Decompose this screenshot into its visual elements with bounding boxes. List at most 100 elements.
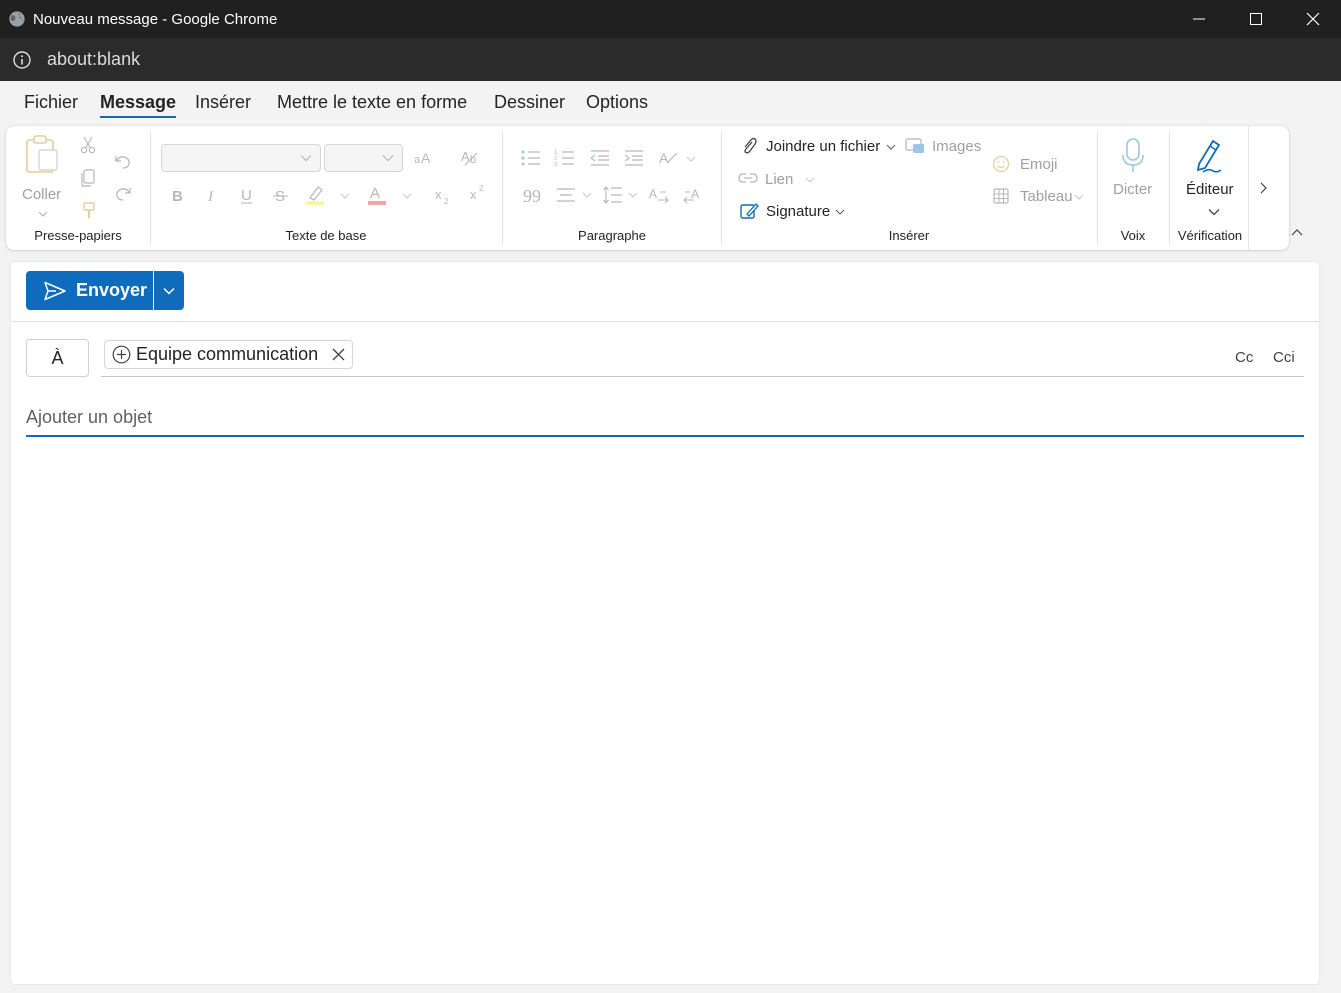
- collapse-ribbon-icon[interactable]: [1288, 224, 1306, 240]
- chevron-down-icon[interactable]: [38, 210, 48, 218]
- line-spacing-icon[interactable]: [602, 185, 624, 205]
- chevron-down-icon[interactable]: [340, 192, 350, 200]
- superscript-icon[interactable]: x2: [469, 184, 487, 204]
- redo-icon[interactable]: [114, 186, 132, 202]
- link-icon[interactable]: [738, 172, 758, 184]
- dictate-label[interactable]: Dicter: [1113, 181, 1152, 198]
- table-icon[interactable]: [993, 188, 1009, 204]
- minimize-button[interactable]: [1170, 0, 1227, 38]
- microphone-icon[interactable]: [1120, 138, 1146, 174]
- send-button[interactable]: Envoyer: [26, 271, 153, 310]
- format-painter-icon[interactable]: [82, 202, 96, 220]
- underline-icon[interactable]: U: [239, 186, 255, 206]
- attach-file-label[interactable]: Joindre un fichier: [766, 138, 880, 155]
- change-case-icon[interactable]: a A: [414, 150, 434, 166]
- emoji-icon[interactable]: [992, 155, 1010, 173]
- tab-options[interactable]: Options: [586, 92, 648, 113]
- separator: [721, 132, 722, 244]
- group-label-voice: Voix: [1120, 228, 1146, 243]
- bold-icon[interactable]: B: [170, 187, 186, 205]
- chevron-down-icon[interactable]: [686, 155, 696, 163]
- ribbon-tabs: Fichier Message Insérer Mettre le texte …: [0, 81, 1341, 125]
- images-label[interactable]: Images: [932, 138, 981, 155]
- editor-label[interactable]: Éditeur: [1186, 181, 1234, 198]
- ribbon-toolbar: Coller Presse-papiers a A A b B I U S A …: [6, 126, 1289, 250]
- info-icon[interactable]: [12, 50, 32, 70]
- to-button[interactable]: À: [26, 339, 89, 377]
- chevron-down-icon[interactable]: [402, 192, 412, 200]
- address-bar: about:blank: [0, 38, 1341, 81]
- subscript-icon[interactable]: x2: [434, 186, 452, 206]
- signature-label[interactable]: Signature: [766, 203, 830, 220]
- table-label[interactable]: Tableau: [1020, 188, 1073, 205]
- text-direction-icon[interactable]: A: [659, 149, 681, 167]
- undo-icon[interactable]: [114, 154, 132, 170]
- svg-text:99: 99: [523, 188, 540, 202]
- italic-icon[interactable]: I: [205, 187, 221, 205]
- font-size-select[interactable]: [324, 144, 403, 172]
- ribbon-scroll-right-button[interactable]: [1248, 126, 1277, 250]
- chevron-down-icon[interactable]: [582, 191, 592, 199]
- svg-text:a: a: [414, 154, 421, 166]
- decrease-indent-icon[interactable]: [589, 149, 611, 167]
- add-circle-icon[interactable]: [112, 345, 131, 364]
- chevron-down-icon[interactable]: [805, 176, 815, 184]
- chevron-down-icon[interactable]: [835, 208, 845, 216]
- svg-text:A: A: [649, 187, 657, 201]
- send-options-button[interactable]: [154, 271, 184, 310]
- highlight-icon[interactable]: [304, 184, 326, 206]
- numbering-icon[interactable]: 1 2 3: [554, 148, 576, 168]
- subject-underline: [26, 435, 1304, 437]
- chevron-down-icon: [382, 155, 394, 162]
- remove-recipient-icon[interactable]: [332, 348, 345, 361]
- tab-mettre-en-forme[interactable]: Mettre le texte en forme: [277, 92, 467, 113]
- tab-dessiner[interactable]: Dessiner: [494, 92, 565, 113]
- svg-text:2: 2: [479, 184, 484, 193]
- globe-icon: [9, 11, 25, 27]
- recipient-chip[interactable]: Equipe communication: [104, 340, 353, 369]
- bullets-icon[interactable]: [520, 149, 542, 167]
- svg-text:x: x: [470, 187, 477, 202]
- quote-icon[interactable]: 99: [522, 188, 540, 202]
- send-icon: [44, 281, 66, 300]
- chevron-down-icon[interactable]: [1074, 193, 1084, 201]
- tab-fichier[interactable]: Fichier: [24, 92, 78, 113]
- font-color-icon[interactable]: A: [367, 184, 387, 206]
- font-family-select[interactable]: [161, 144, 321, 172]
- chevron-down-icon[interactable]: [1208, 208, 1220, 216]
- clear-formatting-icon[interactable]: A b: [461, 148, 481, 168]
- tab-inserer[interactable]: Insérer: [195, 92, 251, 113]
- svg-text:B: B: [172, 188, 183, 205]
- emoji-label[interactable]: Emoji: [1020, 156, 1058, 173]
- paperclip-icon[interactable]: [741, 137, 757, 155]
- increase-indent-icon[interactable]: [623, 149, 645, 167]
- paste-label[interactable]: Coller: [22, 186, 61, 203]
- editor-icon[interactable]: [1191, 138, 1225, 174]
- separator: [1169, 132, 1170, 244]
- images-icon[interactable]: [905, 138, 925, 154]
- copy-icon[interactable]: [81, 169, 95, 187]
- close-window-button[interactable]: [1284, 0, 1341, 38]
- ltr-icon[interactable]: A: [649, 186, 669, 204]
- subject-input[interactable]: Ajouter un objet: [26, 407, 152, 428]
- cut-icon[interactable]: [80, 136, 96, 154]
- url-text[interactable]: about:blank: [47, 49, 140, 70]
- bcc-button[interactable]: Cci: [1273, 349, 1295, 366]
- tab-message[interactable]: Message: [100, 92, 177, 118]
- svg-text:A: A: [691, 187, 699, 201]
- chevron-right-icon: [1260, 182, 1267, 194]
- rtl-icon[interactable]: A: [683, 186, 703, 204]
- signature-icon[interactable]: [740, 202, 760, 220]
- svg-text:U: U: [241, 187, 252, 204]
- chevron-down-icon[interactable]: [886, 143, 896, 151]
- strikethrough-icon[interactable]: S: [273, 187, 289, 205]
- paste-icon[interactable]: [24, 134, 60, 174]
- maximize-button[interactable]: [1227, 0, 1284, 38]
- cc-button[interactable]: Cc: [1235, 349, 1253, 366]
- window-title: Nouveau message - Google Chrome: [33, 10, 278, 28]
- svg-text:b: b: [470, 154, 476, 166]
- align-icon[interactable]: [555, 187, 577, 203]
- chevron-down-icon[interactable]: [628, 191, 638, 199]
- message-body[interactable]: [26, 452, 1304, 972]
- link-label[interactable]: Lien: [765, 171, 793, 188]
